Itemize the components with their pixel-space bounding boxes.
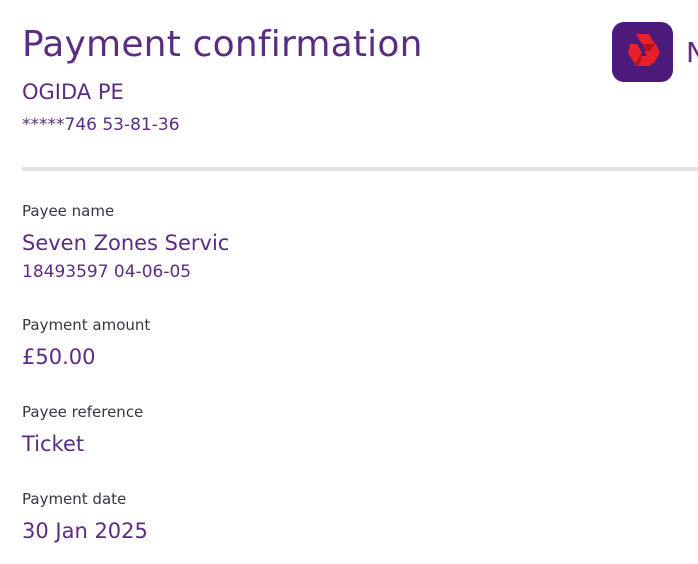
account-number: *****746 53-81-36	[22, 115, 180, 135]
page-title: Payment confirmation	[22, 24, 423, 65]
brand-name: N	[686, 36, 698, 69]
payee-reference-value: Ticket	[22, 432, 85, 456]
account-name: OGIDA PE	[22, 80, 124, 104]
payment-date-label: Payment date	[22, 490, 127, 508]
payment-amount-value: £50.00	[22, 345, 96, 369]
payee-reference-label: Payee reference	[22, 403, 144, 421]
payee-name-label: Payee name	[22, 202, 115, 220]
natwest-logo-icon	[612, 22, 673, 82]
payee-account-details: 18493597 04-06-05	[22, 262, 192, 282]
divider	[22, 167, 698, 171]
payment-amount-label: Payment amount	[22, 316, 151, 334]
payee-name-value: Seven Zones Servic	[22, 231, 230, 255]
payment-date-value: 30 Jan 2025	[22, 519, 148, 543]
payment-confirmation-screen: Payment confirmation OGIDA PE *****746 5…	[0, 0, 698, 564]
